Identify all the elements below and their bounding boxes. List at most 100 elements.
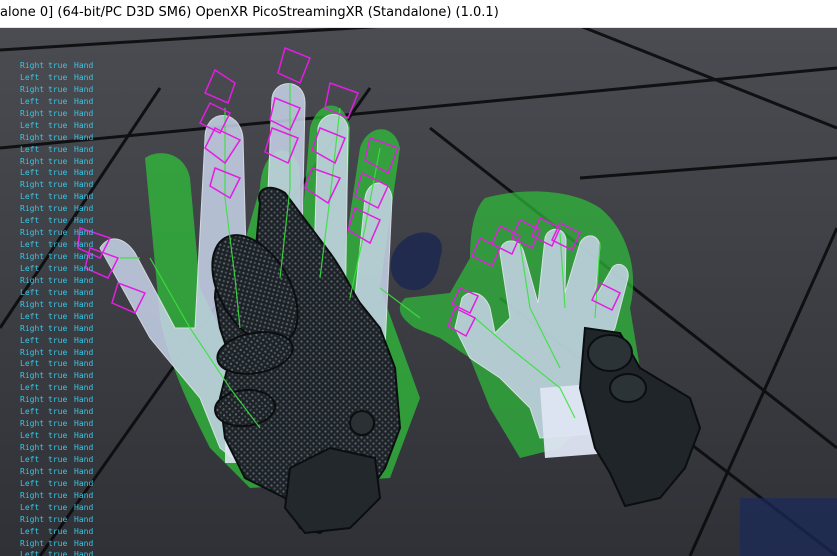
debug-log-line: Left true Hand [20, 191, 93, 203]
debug-hand-side: Left [20, 478, 40, 488]
debug-tracking-state: true [48, 96, 68, 106]
debug-tracking-state: true [48, 526, 68, 536]
debug-hand-side: Right [20, 108, 45, 118]
debug-hand-side: Right [20, 323, 45, 333]
debug-log-line: Left true Hand [20, 406, 93, 418]
debug-hand-side: Left [20, 359, 40, 369]
debug-log-line: Left true Hand [20, 311, 93, 323]
title-bar[interactable]: alone 0] (64-bit/PC D3D SM6) OpenXR Pico… [0, 0, 837, 28]
debug-hand-side: Right [20, 347, 45, 357]
debug-log-line: Right true Hand [20, 203, 93, 215]
debug-log-line: Left true Hand [20, 96, 93, 108]
debug-hand-side: Left [20, 454, 40, 464]
debug-tracking-state: true [48, 478, 68, 488]
debug-tracking-state: true [48, 180, 68, 190]
debug-log-line: Left true Hand [20, 144, 93, 156]
debug-log-line: Left true Hand [20, 72, 93, 84]
window-title: alone 0] (64-bit/PC D3D SM6) OpenXR Pico… [0, 5, 499, 20]
debug-tracking-state: true [48, 443, 68, 452]
debug-tracking-state: true [48, 61, 68, 70]
debug-log-line: Left true Hand [20, 239, 93, 251]
debug-hand-side: Right [20, 538, 45, 548]
debug-log-line: Left true Hand [20, 263, 93, 275]
debug-label: Hand [74, 395, 94, 405]
debug-tracking-state: true [48, 347, 68, 357]
debug-hand-side: Left [20, 407, 40, 417]
debug-label: Hand [74, 240, 94, 250]
debug-tracking-state: true [48, 323, 68, 333]
debug-label: Hand [74, 550, 94, 556]
debug-tracking-state: true [48, 72, 68, 82]
debug-tracking-state: true [48, 108, 68, 118]
debug-tracking-state: true [48, 335, 68, 345]
debug-tracking-state: true [48, 168, 68, 178]
debug-tracking-state: true [48, 192, 68, 202]
debug-label: Hand [74, 61, 94, 70]
debug-hand-side: Right [20, 371, 45, 381]
debug-hand-side: Right [20, 443, 45, 452]
debug-label: Hand [74, 72, 94, 82]
debug-label: Hand [74, 287, 94, 297]
scene-canvas [0, 28, 837, 556]
debug-tracking-state: true [48, 299, 68, 309]
debug-log-line: Right true Hand [20, 156, 93, 168]
debug-tracking-state: true [48, 144, 68, 154]
debug-tracking-state: true [48, 120, 68, 130]
debug-log-line: Left true Hand [20, 358, 93, 370]
debug-tracking-state: true [48, 156, 68, 166]
vr-viewport[interactable]: Right true Hand Left true Hand Right true Hand Le… [0, 28, 837, 556]
debug-log-line: Left true Hand [20, 478, 93, 490]
debug-hand-side: Left [20, 96, 40, 106]
debug-label: Hand [74, 144, 94, 154]
debug-label: Hand [74, 108, 94, 118]
debug-hand-side: Left [20, 216, 40, 226]
debug-tracking-state: true [48, 311, 68, 321]
debug-tracking-state: true [48, 407, 68, 417]
debug-label: Hand [74, 466, 94, 476]
debug-label: Hand [74, 335, 94, 345]
debug-label: Hand [74, 84, 94, 94]
debug-label: Hand [74, 407, 94, 417]
debug-tracking-state: true [48, 240, 68, 250]
debug-label: Hand [74, 180, 94, 190]
debug-hand-side: Right [20, 490, 45, 500]
debug-log-line: Right true Hand [20, 490, 93, 502]
debug-hand-side: Right [20, 204, 45, 214]
debug-label: Hand [74, 383, 94, 393]
debug-tracking-state: true [48, 383, 68, 393]
debug-log-line: Left true Hand [20, 382, 93, 394]
debug-log-line: Right true Hand [20, 108, 93, 120]
debug-tracking-state: true [48, 359, 68, 369]
debug-hand-side: Left [20, 240, 40, 250]
debug-hand-side: Left [20, 502, 40, 512]
debug-hand-side: Right [20, 84, 45, 94]
debug-hand-side: Right [20, 395, 45, 405]
floor-edge-light [740, 498, 837, 556]
debug-hand-side: Right [20, 132, 45, 142]
debug-log-line: Right true Hand [20, 84, 93, 96]
debug-label: Hand [74, 275, 94, 285]
debug-label: Hand [74, 192, 94, 202]
debug-log-line: Left true Hand [20, 167, 93, 179]
debug-hand-side: Right [20, 228, 45, 238]
debug-label: Hand [74, 311, 94, 321]
debug-label: Hand [74, 204, 94, 214]
debug-log-line: Right true Hand [20, 275, 93, 287]
debug-tracking-state: true [48, 395, 68, 405]
debug-hand-side: Left [20, 192, 40, 202]
debug-tracking-state: true [48, 252, 68, 261]
debug-log-line: Right true Hand [20, 466, 93, 478]
debug-label: Hand [74, 168, 94, 178]
debug-log-line: Left true Hand [20, 454, 93, 466]
debug-log-line: Left true Hand [20, 526, 93, 538]
debug-label: Hand [74, 443, 94, 452]
debug-hand-side: Left [20, 168, 40, 178]
debug-log-line: Right true Hand [20, 227, 93, 239]
debug-label: Hand [74, 228, 94, 238]
debug-label: Hand [74, 478, 94, 488]
debug-hand-side: Left [20, 383, 40, 393]
debug-label: Hand [74, 216, 94, 226]
debug-tracking-state: true [48, 263, 68, 273]
debug-tracking-state: true [48, 490, 68, 500]
debug-log-line: Right true Hand [20, 179, 93, 191]
